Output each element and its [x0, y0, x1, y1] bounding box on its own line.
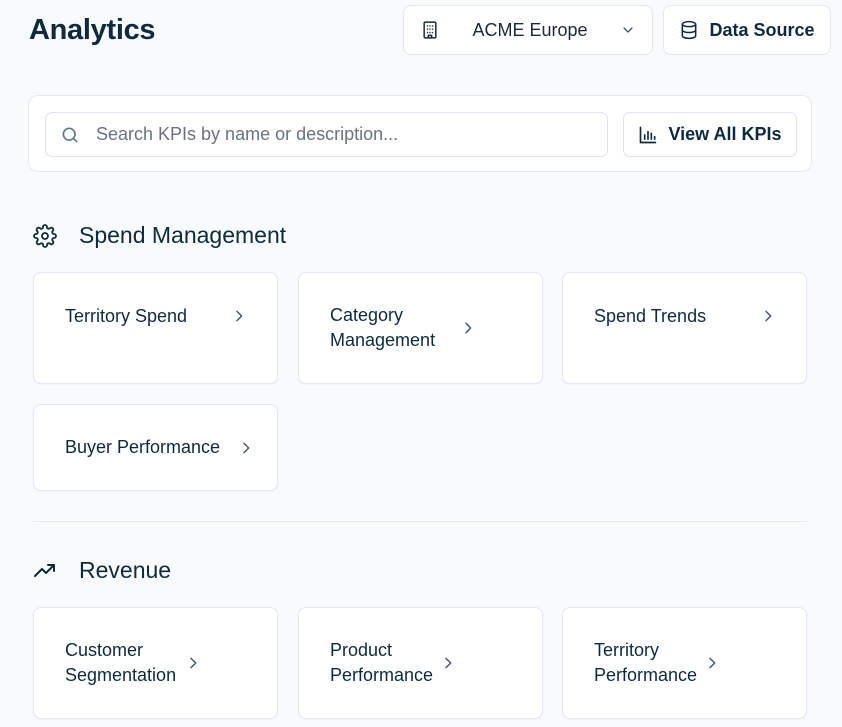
view-all-kpis-button[interactable]: View All KPIs — [623, 112, 797, 157]
chevron-right-icon — [765, 310, 772, 322]
kpi-card-territory-spend[interactable]: Territory Spend — [33, 272, 278, 384]
section-title: Spend Management — [79, 222, 287, 248]
organization-select[interactable]: ACME Europe — [403, 5, 653, 55]
kpi-card-category-management[interactable]: Category Management — [298, 272, 543, 384]
kpi-card-label: Territory Spend — [65, 306, 188, 326]
organization-value: ACME Europe — [472, 19, 588, 40]
section-title: Revenue — [79, 557, 172, 583]
search-box[interactable] — [45, 112, 608, 157]
kpi-card-spend-trends[interactable]: Spend Trends — [562, 272, 807, 384]
bar-chart-icon — [640, 126, 657, 143]
chevron-right-icon — [190, 657, 197, 669]
kpi-card-label: Category Management — [330, 305, 436, 350]
search-icon — [62, 126, 78, 142]
kpi-card-territory-performance[interactable]: Territory Performance — [562, 607, 807, 719]
section-divider — [33, 521, 807, 522]
kpi-card-label: Product Performance — [330, 640, 434, 685]
search-panel: View All KPIs — [28, 95, 812, 172]
kpi-card-label: Territory Performance — [594, 640, 698, 685]
chevron-right-icon — [709, 657, 716, 669]
search-input[interactable] — [96, 124, 576, 145]
kpi-card-label: Buyer Performance — [65, 437, 221, 457]
data-source-button[interactable]: Data Source — [663, 5, 831, 55]
kpi-card-label: Customer Segmentation — [65, 640, 177, 685]
chevron-down-icon — [623, 27, 633, 33]
page-title: Analytics — [29, 14, 156, 46]
chevron-right-icon — [243, 442, 250, 453]
chevron-right-icon — [236, 310, 243, 322]
trending-up-icon — [34, 563, 55, 577]
section-heading-revenue: Revenue — [33, 557, 171, 584]
kpi-card-customer-segmentation[interactable]: Customer Segmentation — [33, 607, 278, 719]
chevron-right-icon — [465, 322, 472, 334]
data-source-label: Data Source — [709, 19, 815, 40]
kpi-card-product-performance[interactable]: Product Performance — [298, 607, 543, 719]
building-icon — [423, 21, 437, 39]
kpi-card-buyer-performance[interactable]: Buyer Performance — [33, 404, 278, 491]
view-all-kpis-label: View All KPIs — [668, 124, 782, 144]
database-icon — [682, 20, 697, 40]
section-heading-spend-management: Spend Management — [33, 222, 286, 249]
chevron-right-icon — [445, 657, 452, 669]
kpi-card-label: Spend Trends — [594, 306, 707, 326]
gear-icon — [33, 223, 57, 248]
